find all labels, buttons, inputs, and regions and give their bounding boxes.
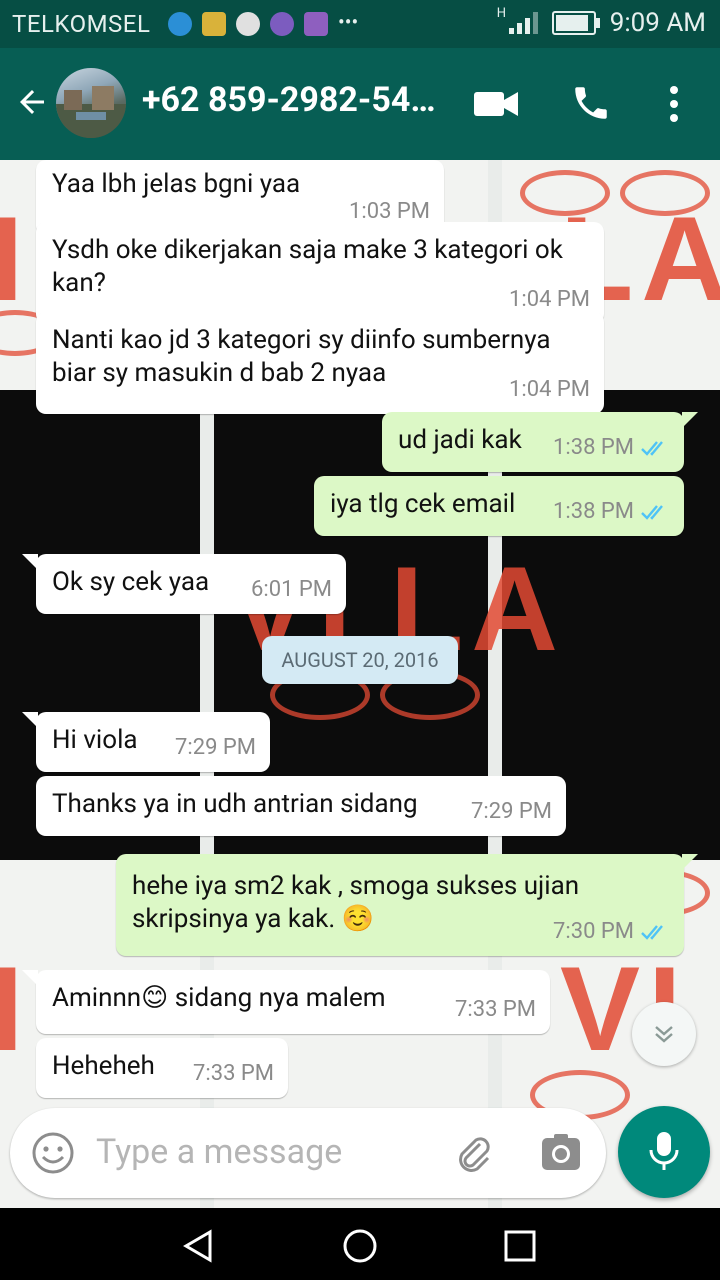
message-incoming[interactable]: Ok sy cek yaa 6:01 PM	[22, 554, 346, 614]
message-outgoing[interactable]: iya tlg cek email 1:38 PM	[314, 476, 684, 536]
clipboard-icon	[202, 12, 226, 36]
starbucks-icon	[236, 12, 260, 36]
battery-icon	[551, 11, 600, 35]
message-time: 7:30 PM	[553, 919, 634, 944]
read-ticks-icon	[641, 440, 663, 456]
message-outgoing[interactable]: ud jadi kak 1:38 PM	[382, 412, 698, 472]
message-time: 6:01 PM	[251, 577, 332, 602]
p-icon	[270, 12, 294, 36]
voice-call-icon[interactable]	[570, 82, 612, 128]
double-chevron-down-icon	[655, 1026, 673, 1043]
message-incoming[interactable]: Nanti kao jd 3 kategori sy diinfo sumber…	[36, 312, 604, 414]
wallpaper-logo: I	[0, 942, 32, 1076]
message-incoming[interactable]: Aminnn😊 sidang nya malem 7:33 PM	[22, 970, 550, 1034]
clock: 9:09 AM	[609, 8, 706, 38]
video-call-icon[interactable]	[474, 88, 518, 124]
message-text: Hi viola	[52, 725, 138, 755]
message-incoming[interactable]: Thanks ya in udh antrian sidang 7:29 PM	[36, 776, 566, 836]
message-time: 1:38 PM	[553, 499, 634, 524]
message-outgoing[interactable]: hehe iya sm2 kak , smoga sukses ujian sk…	[116, 854, 698, 956]
message-time: 7:29 PM	[471, 799, 552, 824]
message-text: ud jadi kak	[398, 425, 522, 455]
messenger-icon	[168, 12, 192, 36]
message-input[interactable]: Type a message	[96, 1132, 342, 1172]
message-incoming[interactable]: Ysdh oke dikerjakan saja make 3 kategori…	[36, 222, 604, 324]
back-arrow-icon[interactable]	[14, 84, 50, 124]
message-time: 1:04 PM	[509, 377, 590, 402]
contact-name[interactable]: +62 859-2982-54…	[142, 80, 436, 120]
microphone-icon	[649, 1132, 679, 1170]
date-separator: AUGUST 20, 2016	[262, 636, 458, 684]
chat-area[interactable]: I LA VI LA I VI Yaa lbh jelas bgni yaa 1…	[0, 160, 720, 1208]
signal-icon: H	[497, 6, 538, 34]
message-text: Thanks ya in udh antrian sidang	[52, 789, 418, 819]
wallpaper-logo: I	[0, 192, 32, 326]
message-meta: 7:30 PM	[553, 915, 670, 948]
wallpaper-curl	[620, 170, 710, 216]
status-bar: TELKOMSEL ••• H 9:09 AM	[0, 0, 720, 48]
read-ticks-icon	[641, 924, 663, 940]
message-text: Aminnn😊 sidang nya malem	[52, 983, 386, 1013]
message-text: Ok sy cek yaa	[52, 567, 210, 597]
chat-header: +62 859-2982-54…	[0, 48, 720, 160]
message-meta: 1:38 PM	[553, 495, 670, 528]
message-time: 1:38 PM	[553, 435, 634, 460]
network-type: H	[496, 6, 507, 21]
message-time: 7:33 PM	[455, 997, 536, 1022]
message-text: hehe iya sm2 kak , smoga sukses ujian sk…	[132, 871, 580, 934]
wallpaper-curl	[520, 170, 610, 216]
message-text: Yaa lbh jelas bgni yaa	[52, 169, 301, 199]
contact-avatar[interactable]	[56, 68, 126, 138]
read-ticks-icon	[641, 504, 663, 520]
more-dots-icon: •••	[338, 10, 359, 34]
notification-icons: •••	[168, 12, 358, 36]
message-text: Nanti kao jd 3 kategori sy diinfo sumber…	[52, 325, 551, 388]
scroll-to-bottom-button[interactable]	[632, 1002, 696, 1066]
camera-icon[interactable]	[540, 1132, 582, 1176]
message-text: iya tlg cek email	[330, 489, 516, 519]
message-incoming[interactable]: Heheheh 7:33 PM	[36, 1038, 288, 1098]
message-text: Heheheh	[52, 1051, 155, 1081]
more-options-icon[interactable]	[664, 84, 684, 128]
nav-home-icon[interactable]	[340, 1226, 380, 1270]
message-time: 7:33 PM	[193, 1061, 274, 1086]
message-text: Ysdh oke dikerjakan saja make 3 kategori…	[52, 235, 563, 298]
nav-recents-icon[interactable]	[500, 1226, 540, 1270]
attach-icon[interactable]	[450, 1130, 496, 1180]
system-navigation-bar	[0, 1208, 720, 1280]
nav-back-icon[interactable]	[178, 1226, 218, 1270]
message-composer: Type a message	[10, 1108, 606, 1198]
message-time: 7:29 PM	[175, 735, 256, 760]
message-incoming[interactable]: Hi viola 7:29 PM	[22, 712, 270, 772]
carrier-name: TELKOMSEL	[12, 10, 151, 38]
gallery-icon	[304, 12, 328, 36]
message-meta: 1:38 PM	[553, 431, 670, 464]
emoji-icon[interactable]	[30, 1130, 76, 1180]
voice-message-button[interactable]	[618, 1106, 710, 1198]
